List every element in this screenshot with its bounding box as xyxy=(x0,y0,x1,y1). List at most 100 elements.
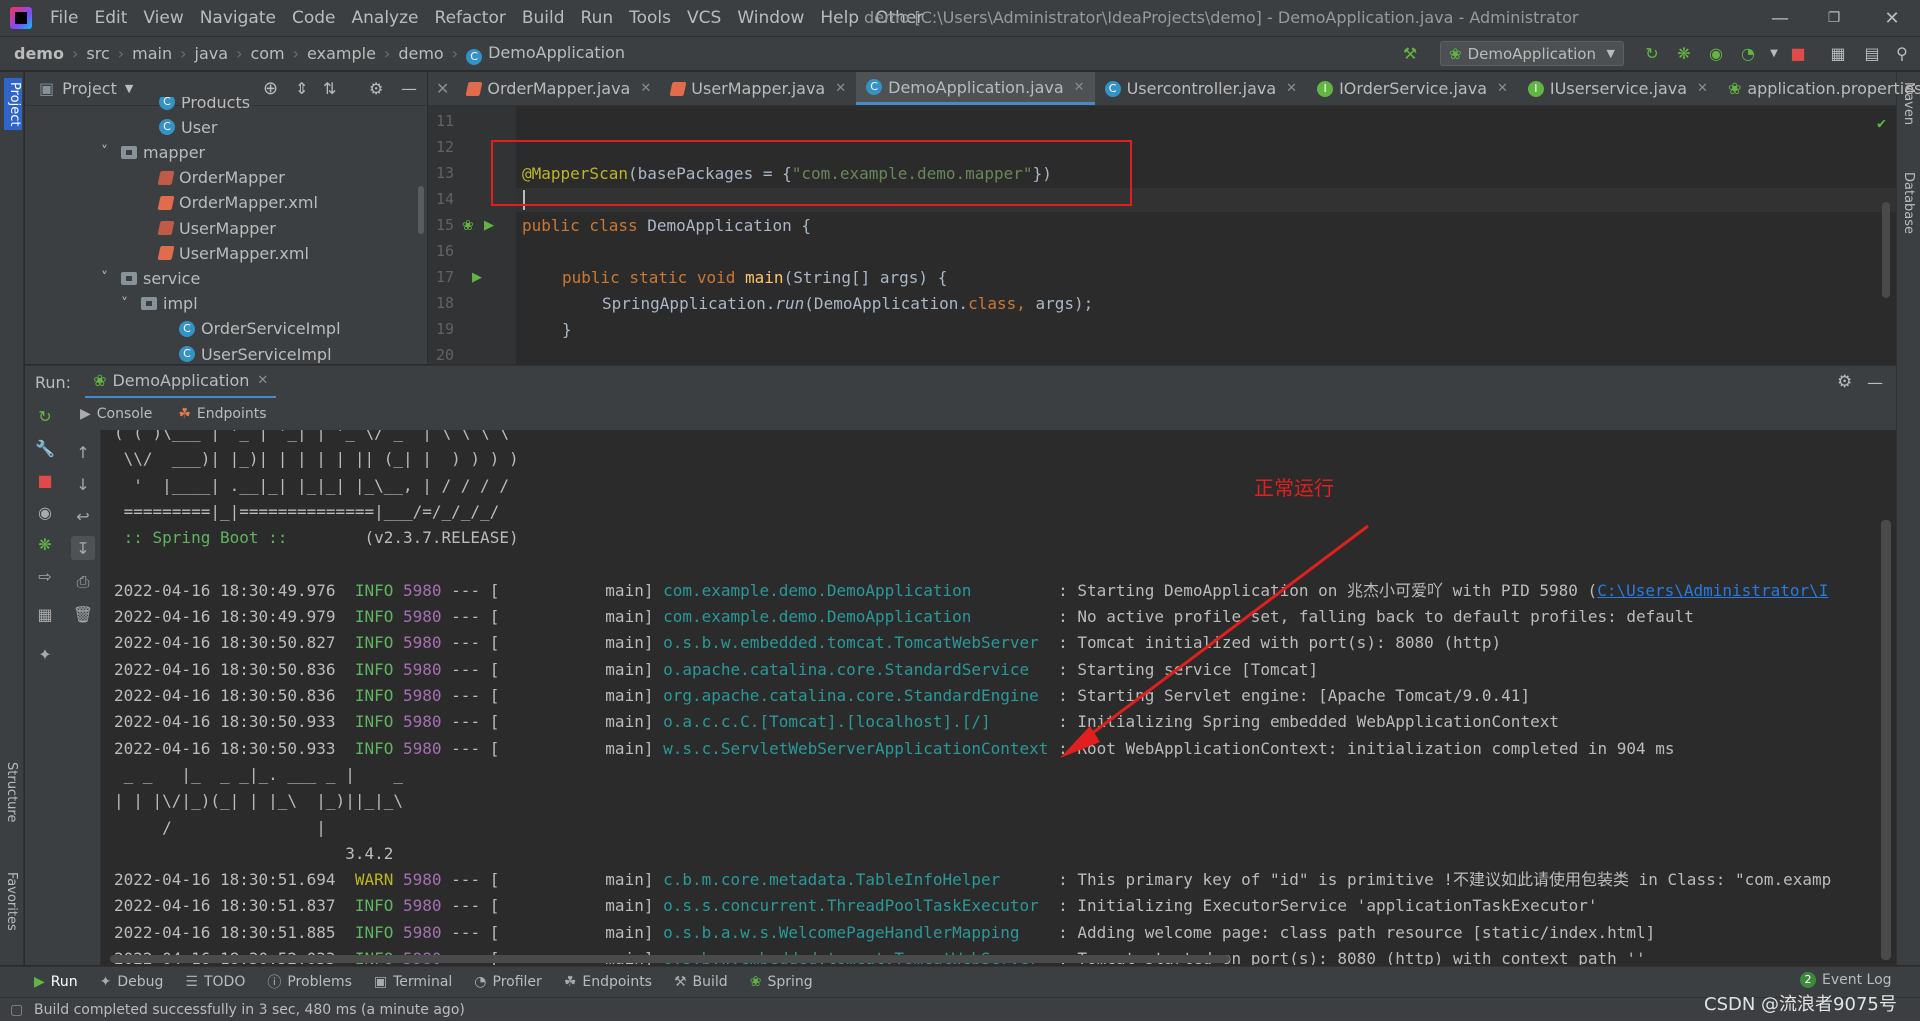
run-configuration-select[interactable]: ❀ DemoApplication ▼ xyxy=(1440,41,1624,66)
menu-build[interactable]: Build xyxy=(514,8,573,28)
menu-view[interactable]: View xyxy=(135,8,191,28)
close-tab-icon[interactable]: ✕ xyxy=(1497,81,1508,96)
hide-panel-icon[interactable]: — xyxy=(1867,373,1883,392)
console-subtab[interactable]: ▶ Console xyxy=(80,406,152,422)
print-icon[interactable]: ⎙ xyxy=(71,570,95,594)
run-gutter-icon[interactable]: ▶ xyxy=(484,218,494,233)
run-tab-demoapplication[interactable]: ❀ DemoApplication ✕ xyxy=(85,366,277,399)
run-main-gutter-icon[interactable]: ▶ xyxy=(472,270,482,285)
bottom-tool-debug[interactable]: ✦ Debug xyxy=(100,974,164,990)
stop-icon[interactable]: ■ xyxy=(1786,42,1810,64)
breadcrumb-item[interactable]: C DemoApplication xyxy=(466,43,625,65)
expand-arrow-icon[interactable]: ˅ xyxy=(101,270,108,286)
bottom-tool-endpoints[interactable]: ☘ Endpoints xyxy=(564,974,652,990)
tab-ordermapper-java[interactable]: OrderMapper.java ✕ xyxy=(457,72,661,105)
bottom-tool-profiler[interactable]: ◔ Profiler xyxy=(474,974,542,990)
console-vertical-scrollbar[interactable] xyxy=(1881,520,1891,960)
expand-arrow-icon[interactable]: ˅ xyxy=(101,144,108,160)
menu-refactor[interactable]: Refactor xyxy=(427,8,514,28)
close-tab-icon[interactable]: ✕ xyxy=(257,373,268,388)
arrow-up-icon[interactable]: ↑ xyxy=(71,440,95,464)
chevron-down-icon[interactable]: ▼ xyxy=(125,82,133,95)
tree-item-folder[interactable]: ˅ service xyxy=(101,266,200,290)
stop-icon[interactable]: ■ xyxy=(33,468,57,492)
rerun-icon[interactable]: ↻ xyxy=(1640,42,1664,64)
close-tab-icon[interactable]: ✕ xyxy=(640,81,651,96)
tree-item-class[interactable]: C Products xyxy=(159,97,250,114)
exit-icon[interactable]: ⇨ xyxy=(33,564,57,588)
endpoints-subtab[interactable]: ☘ Endpoints xyxy=(178,406,266,422)
menu-run[interactable]: Run xyxy=(573,8,622,28)
tree-item-class[interactable]: C User xyxy=(159,115,217,139)
layout-icon[interactable]: ▦ xyxy=(33,602,57,626)
console-output[interactable]: ( ( )\___ | '_ | '_| | '_ \/ _` | \ \ \ … xyxy=(102,430,1896,965)
bottom-tool-problems[interactable]: ⓘ Problems xyxy=(267,972,352,992)
menu-navigate[interactable]: Navigate xyxy=(192,8,284,28)
wrench-icon[interactable]: 🔧 xyxy=(33,436,57,460)
bottom-tool-spring[interactable]: ❀ Spring xyxy=(750,974,813,990)
tab-application-properties[interactable]: ❀application.properties✕ xyxy=(1718,72,1920,105)
coverage-icon[interactable]: ◉ xyxy=(1704,42,1728,64)
profile-icon[interactable]: ◔ xyxy=(1736,42,1760,64)
search-icon[interactable]: ⚲ xyxy=(1890,42,1914,64)
menu-code[interactable]: Code xyxy=(284,8,344,28)
breadcrumb-item[interactable]: demo xyxy=(14,44,64,63)
structure-tool-button[interactable]: Structure xyxy=(4,762,19,822)
close-tab-icon[interactable]: ✕ xyxy=(835,81,846,96)
inspection-ok-icon[interactable]: ✔ xyxy=(1877,114,1886,132)
close-tab-icon[interactable]: ✕ xyxy=(1074,80,1085,95)
menu-analyze[interactable]: Analyze xyxy=(344,8,427,28)
database-tool-button[interactable]: Database xyxy=(1901,172,1916,234)
debug-bug-icon[interactable]: ❋ xyxy=(33,532,57,556)
tab-nav-icon[interactable]: ✕ xyxy=(428,72,457,105)
tree-item-folder[interactable]: ˅ impl xyxy=(121,292,198,316)
locate-target-icon[interactable]: ⊕ xyxy=(263,78,278,99)
hide-panel-icon[interactable]: — xyxy=(401,79,417,98)
menu-edit[interactable]: Edit xyxy=(86,8,135,28)
project-scrollbar[interactable] xyxy=(418,186,424,234)
close-tab-icon[interactable]: ✕ xyxy=(1697,81,1708,96)
breadcrumb-item[interactable]: java xyxy=(195,44,229,63)
expand-arrow-icon[interactable]: ˅ xyxy=(121,296,128,312)
status-toggle-icon[interactable]: ▢ xyxy=(10,1002,23,1018)
more-run-chevron-icon[interactable]: ▼ xyxy=(1762,42,1786,64)
collapse-all-icon[interactable]: ⇅ xyxy=(323,79,336,98)
tree-item-folder[interactable]: ˅ mapper xyxy=(101,140,205,164)
debug-bug-icon[interactable]: ❋ xyxy=(1672,42,1696,64)
breadcrumb-item[interactable]: com xyxy=(250,44,284,63)
menu-window[interactable]: Window xyxy=(729,8,812,28)
menu-tools[interactable]: Tools xyxy=(621,8,679,28)
breadcrumb-item[interactable]: src xyxy=(86,44,109,63)
event-log-button[interactable]: 2 Event Log xyxy=(1800,972,1892,988)
expand-all-icon[interactable]: ⇕ xyxy=(295,79,308,98)
tree-item-xml[interactable]: UserMapper.xml xyxy=(157,241,309,265)
tree-item-class[interactable]: C OrderServiceImpl xyxy=(179,317,341,341)
bottom-tool-terminal[interactable]: ▣ Terminal xyxy=(374,974,452,990)
gear-icon[interactable]: ⚙ xyxy=(1837,372,1852,392)
tab-demoapplication-java[interactable]: C DemoApplication.java ✕ xyxy=(856,72,1095,105)
spring-bean-gutter-icon[interactable]: ❀ xyxy=(462,218,474,234)
terminal-toggle-icon[interactable]: ▤ xyxy=(1860,42,1884,64)
tab-iorderservice-java[interactable]: I IOrderService.java ✕ xyxy=(1307,72,1518,105)
bottom-tool-build[interactable]: ⚒ Build xyxy=(674,974,728,990)
tree-item-xml[interactable]: OrderMapper.xml xyxy=(157,191,318,215)
breadcrumb-item[interactable]: demo xyxy=(398,44,443,63)
build-hammer-icon[interactable]: ⚒ xyxy=(1398,42,1422,64)
pin-icon[interactable]: ✦ xyxy=(33,642,57,666)
log-file-link[interactable]: C:\Users\Administrator\I xyxy=(1597,581,1828,600)
tab-iuserservice-java[interactable]: I IUserservice.java ✕ xyxy=(1518,72,1718,105)
minimize-icon[interactable]: — xyxy=(1752,0,1808,36)
tree-item-class[interactable]: C UserServiceImpl xyxy=(179,342,332,363)
breadcrumb-item[interactable]: example xyxy=(307,44,376,63)
trash-icon[interactable]: 🗑 xyxy=(71,602,95,626)
project-panel-title[interactable]: Project xyxy=(62,79,117,98)
editor-scrollbar[interactable] xyxy=(1882,202,1890,298)
restore-icon[interactable]: ❐ xyxy=(1806,0,1862,36)
arrow-down-icon[interactable]: ↓ xyxy=(71,472,95,496)
bottom-tool-todo[interactable]: ☰ TODO xyxy=(185,974,245,990)
breadcrumb-item[interactable]: main xyxy=(132,44,172,63)
camera-icon[interactable]: ◉ xyxy=(33,500,57,524)
menu-vcs[interactable]: VCS xyxy=(679,8,729,28)
rerun-icon[interactable]: ↻ xyxy=(33,404,57,428)
soft-wrap-icon[interactable]: ↩ xyxy=(71,504,95,528)
